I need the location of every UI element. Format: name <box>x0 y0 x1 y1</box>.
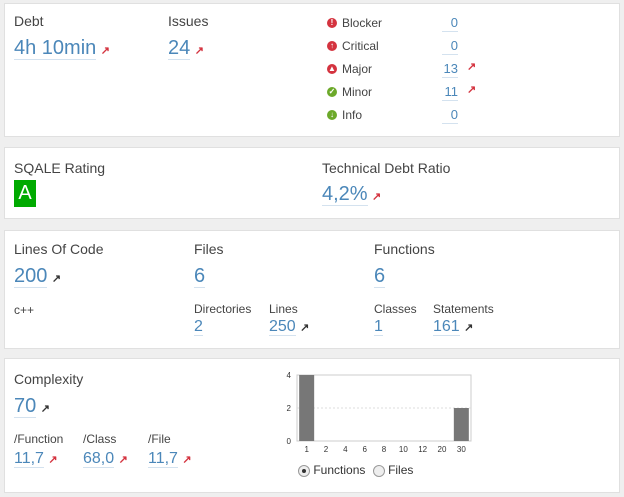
chart-x-tick-label: 30 <box>457 445 466 454</box>
trend-up-icon: ↗ <box>464 322 474 334</box>
chart-bar[interactable] <box>453 408 469 441</box>
directories-value-wrap: 2 <box>194 317 203 337</box>
sqale-label: SQALE Rating <box>14 160 106 176</box>
per-file-label: /File <box>148 432 171 446</box>
chart-plot-area <box>296 374 472 442</box>
classes-value-wrap: 1 <box>374 317 383 337</box>
distribution-toggle: Functions Files <box>298 463 413 477</box>
statements-label: Statements <box>433 302 494 316</box>
trend-up-icon: ↗ <box>300 322 310 334</box>
per-function-value[interactable]: 11,7 <box>14 450 44 468</box>
issues-value[interactable]: 24 <box>168 37 191 60</box>
severity-count[interactable]: 11 <box>442 84 458 101</box>
language-label: c++ <box>14 303 35 317</box>
per-class-value-wrap: 68,0 ↗ <box>83 449 128 469</box>
major-icon: ▲ <box>327 64 337 74</box>
chart-x-tick-label: 20 <box>438 445 447 454</box>
trend-up-icon: ↗ <box>48 454 58 466</box>
tdr-label: Technical Debt Ratio <box>322 160 451 176</box>
chart-y-tick-label: 4 <box>287 371 292 380</box>
complexity-label: Complexity <box>14 371 84 387</box>
severity-label: Info <box>342 108 363 122</box>
debt-value[interactable]: 4h 10min <box>14 37 97 60</box>
severity-label: Blocker <box>342 16 383 30</box>
debt-issues-card: Debt 4h 10min ↗ Issues 24 ↗ ! Blocker 0 ↑ Cr… <box>4 3 620 137</box>
functions-label: Functions <box>374 241 435 257</box>
files-value[interactable]: 6 <box>194 265 206 288</box>
severity-label: Major <box>342 62 373 76</box>
loc-label: Lines Of Code <box>14 241 104 257</box>
complexity-distribution-chart: 0241 2 4 6 8 10 12 20 30 <box>287 371 472 454</box>
classes-value[interactable]: 1 <box>374 318 383 336</box>
trend-up-icon: ↗ <box>51 273 62 285</box>
functions-value[interactable]: 6 <box>374 265 386 288</box>
critical-icon: ↑ <box>327 41 337 51</box>
files-value-wrap: 6 <box>194 264 206 288</box>
chart-x-tick-label: 1 <box>304 445 309 454</box>
directories-value[interactable]: 2 <box>194 318 203 336</box>
per-file-value[interactable]: 11,7 <box>148 450 178 468</box>
severity-label: Critical <box>342 39 379 53</box>
size-card: Lines Of Code 200 ↗ c++ Files 6 Director… <box>4 230 620 349</box>
functions-value-wrap: 6 <box>374 264 386 288</box>
severity-count[interactable]: 0 <box>442 107 458 124</box>
info-icon: ↓ <box>327 110 337 120</box>
per-function-value-wrap: 11,7 ↗ <box>14 449 58 469</box>
trend-up-icon: ↗ <box>194 45 204 57</box>
lines-value[interactable]: 250 <box>269 318 296 336</box>
chart-bar[interactable] <box>299 375 315 441</box>
radio-functions[interactable]: Functions <box>298 463 365 477</box>
chart-y-tick-label: 0 <box>287 437 292 446</box>
chart-x-tick-label: 6 <box>362 445 367 454</box>
chart-x-tick-label: 10 <box>399 445 408 454</box>
radio-files[interactable]: Files <box>372 463 413 477</box>
severity-count[interactable]: 0 <box>442 38 458 55</box>
severity-count[interactable]: 13 <box>442 61 458 78</box>
radio-functions-dot[interactable] <box>298 464 310 477</box>
per-function-label: /Function <box>14 432 64 446</box>
trend-up-icon: ↗ <box>467 61 477 73</box>
trend-up-icon: ↗ <box>40 403 50 415</box>
chart-y-tick-label: 2 <box>287 404 292 413</box>
lines-value-wrap: 250 ↗ <box>269 317 309 337</box>
radio-files-label[interactable]: Files <box>388 463 413 477</box>
lines-label: Lines <box>269 302 298 316</box>
trend-up-icon: ↗ <box>467 84 477 96</box>
trend-up-icon: ↗ <box>118 454 128 466</box>
per-file-value-wrap: 11,7 ↗ <box>148 449 192 469</box>
issues-value-wrap: 24 ↗ <box>168 36 204 60</box>
chart-x-tick-label: 4 <box>343 445 348 454</box>
minor-icon: ✓ <box>327 87 337 97</box>
classes-label: Classes <box>374 302 417 316</box>
directories-label: Directories <box>194 302 252 316</box>
loc-value-wrap: 200 ↗ <box>14 264 61 288</box>
debt-label: Debt <box>14 13 44 29</box>
statements-value-wrap: 161 ↗ <box>433 317 473 337</box>
complexity-value-wrap: 70 ↗ <box>14 394 50 418</box>
tdr-value[interactable]: 4,2% <box>322 183 368 206</box>
chart-x-tick-label: 2 <box>324 445 329 454</box>
files-label: Files <box>194 241 224 257</box>
severity-count[interactable]: 0 <box>442 15 458 32</box>
radio-files-dot[interactable] <box>372 464 385 477</box>
trend-up-icon: ↗ <box>372 191 382 203</box>
per-class-label: /Class <box>83 432 117 446</box>
severity-label: Minor <box>342 85 373 99</box>
debt-value-wrap: 4h 10min ↗ <box>14 36 110 60</box>
sqale-rating-badge: A <box>14 180 36 207</box>
issues-label: Issues <box>168 13 209 29</box>
sqale-card: SQALE Rating A Technical Debt Ratio 4,2%… <box>4 147 620 219</box>
chart-x-tick-label: 8 <box>382 445 387 454</box>
trend-up-icon: ↗ <box>100 45 110 57</box>
radio-functions-label[interactable]: Functions <box>313 463 365 477</box>
complexity-card: Complexity 70 ↗ /Function 11,7 ↗ /Class … <box>4 358 620 493</box>
complexity-value[interactable]: 70 <box>14 395 37 418</box>
blocker-icon: ! <box>327 18 337 28</box>
tdr-value-wrap: 4,2% ↗ <box>322 182 381 206</box>
loc-value[interactable]: 200 <box>14 265 48 288</box>
chart-x-tick-label: 12 <box>418 445 427 454</box>
per-class-value[interactable]: 68,0 <box>83 450 115 468</box>
trend-up-icon: ↗ <box>182 454 192 466</box>
statements-value[interactable]: 161 <box>433 318 460 336</box>
